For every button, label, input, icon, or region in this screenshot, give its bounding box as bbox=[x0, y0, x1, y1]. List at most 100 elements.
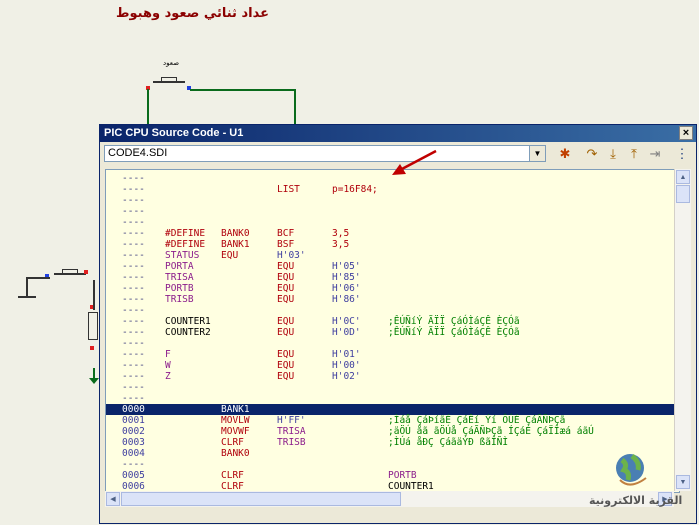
pushbutton-up[interactable] bbox=[147, 77, 191, 89]
code-token: EQU bbox=[277, 349, 295, 360]
scroll-left-icon[interactable]: ◀ bbox=[106, 492, 120, 506]
window-titlebar[interactable]: PIC CPU Source Code - U1 × bbox=[100, 125, 696, 142]
code-token: CLRF bbox=[221, 437, 244, 448]
vertical-scrollbar[interactable]: ▲ ▼ bbox=[674, 169, 691, 491]
ground-icon bbox=[18, 296, 36, 304]
code-line[interactable]: ---- bbox=[106, 305, 679, 316]
code-line[interactable]: ---- TRISB EQU H'86' bbox=[106, 294, 679, 305]
line-address: ---- bbox=[122, 173, 145, 184]
code-token: H'0C' bbox=[332, 316, 361, 327]
line-address: ---- bbox=[122, 283, 145, 294]
line-address: ---- bbox=[122, 316, 145, 327]
code-line[interactable]: ---- bbox=[106, 195, 679, 206]
code-line[interactable]: ---- TRISA EQU H'85' bbox=[106, 272, 679, 283]
line-address: ---- bbox=[122, 360, 145, 371]
code-token: H'02' bbox=[332, 371, 361, 382]
code-line[interactable]: ---- bbox=[106, 217, 679, 228]
code-token: TRISA bbox=[277, 426, 306, 437]
code-line[interactable]: ---- PORTA EQU H'05' bbox=[106, 261, 679, 272]
code-token: H'FF' bbox=[277, 415, 306, 426]
source-code-view[interactable]: ---- ---- LIST p=16F84; ---- ---- ---- ---- #DEF… bbox=[105, 169, 680, 493]
code-token: W bbox=[165, 360, 171, 371]
line-address: ---- bbox=[122, 184, 145, 195]
code-line[interactable]: ---- COUNTER2 EQU H'0D' ;ÊÚÑíÝ ÃÏÏ ÇáÓÌáÇÊ È… bbox=[106, 327, 679, 338]
code-token: BANK0 bbox=[221, 228, 250, 239]
scroll-thumb[interactable] bbox=[676, 185, 690, 203]
code-token: BCF bbox=[277, 228, 295, 239]
window-title: PIC CPU Source Code - U1 bbox=[104, 127, 244, 139]
code-line[interactable]: ---- STATUS EQU H'03' bbox=[106, 250, 679, 261]
code-line[interactable]: ---- W EQU H'00' bbox=[106, 360, 679, 371]
line-address: ---- bbox=[122, 338, 145, 349]
step-into-icon[interactable]: ⤓ bbox=[603, 145, 623, 163]
code-line[interactable]: ---- #DEFINE BANK0 BCF 3,5 bbox=[106, 228, 679, 239]
wire bbox=[294, 89, 296, 124]
code-token: BANK1 bbox=[221, 239, 250, 250]
code-token: F bbox=[165, 349, 171, 360]
code-line[interactable]: 0000 BANK1 bbox=[106, 404, 679, 415]
breakpoints-icon[interactable]: ⋮ bbox=[672, 145, 692, 163]
code-line[interactable]: 0002 MOVWF TRISA ;äÖÚ åã ãÖÚå ÇáÃÑÞÇã ÍÇáÉ … bbox=[106, 426, 679, 437]
code-token: #DEFINE bbox=[165, 239, 206, 250]
code-line[interactable]: ---- #DEFINE BANK1 BSF 3,5 bbox=[106, 239, 679, 250]
code-line[interactable]: ---- F EQU H'01' bbox=[106, 349, 679, 360]
scroll-up-icon[interactable]: ▲ bbox=[676, 170, 690, 184]
code-token: LIST bbox=[277, 184, 300, 195]
line-address: ---- bbox=[122, 250, 145, 261]
code-token: H'03' bbox=[277, 250, 306, 261]
code-token: CLRF bbox=[221, 470, 244, 481]
scroll-thumb[interactable] bbox=[121, 492, 401, 506]
code-token: MOVWF bbox=[221, 426, 250, 437]
line-address: 0001 bbox=[122, 415, 145, 426]
code-token: H'05' bbox=[332, 261, 361, 272]
code-line[interactable]: ---- COUNTER1 EQU H'0C' ;ÊÚÑíÝ ÃÏÏ ÇáÓÌáÇÊ È… bbox=[106, 316, 679, 327]
code-line[interactable]: ---- PORTB EQU H'06' bbox=[106, 283, 679, 294]
close-button[interactable]: × bbox=[679, 126, 693, 140]
code-line[interactable]: ---- LIST p=16F84; bbox=[106, 184, 679, 195]
step-out-icon[interactable]: ⤒ bbox=[624, 145, 644, 163]
code-token: 3,5 bbox=[332, 239, 350, 250]
wire bbox=[93, 280, 95, 310]
goto-icon[interactable]: ⇥ bbox=[645, 145, 665, 163]
schematic-title: عداد ثنائي صعود وهبوط bbox=[116, 6, 269, 21]
pushbutton-label: صعود bbox=[163, 59, 180, 67]
ground-icon bbox=[89, 378, 99, 384]
code-line[interactable]: ---- bbox=[106, 338, 679, 349]
code-token: EQU bbox=[277, 272, 295, 283]
code-token: ;äÖÚ åã ãÖÚå ÇáÃÑÞÇã ÍÇáÉ ÇáÏÎæá áãÚ bbox=[388, 426, 594, 437]
code-line[interactable]: ---- Z EQU H'02' bbox=[106, 371, 679, 382]
code-token: TRISB bbox=[277, 437, 306, 448]
line-address: ---- bbox=[122, 349, 145, 360]
code-token: COUNTER2 bbox=[165, 327, 211, 338]
code-token: BANK1 bbox=[221, 404, 250, 415]
code-token: EQU bbox=[277, 283, 295, 294]
run-to-icon[interactable]: ✱ bbox=[555, 145, 575, 163]
code-token: TRISB bbox=[165, 294, 194, 305]
code-token: H'0D' bbox=[332, 327, 361, 338]
line-address: ---- bbox=[122, 382, 145, 393]
code-line[interactable]: ---- bbox=[106, 393, 679, 404]
code-line[interactable]: 0001 MOVLW H'FF' ;Ìáå ÇáÞíãÉ ÇáÊí Ýí ÔÚÉ Çá… bbox=[106, 415, 679, 426]
line-address: ---- bbox=[122, 371, 145, 382]
code-token: BANK0 bbox=[221, 448, 250, 459]
code-line[interactable]: ---- bbox=[106, 382, 679, 393]
code-token: H'06' bbox=[332, 283, 361, 294]
line-address: ---- bbox=[122, 261, 145, 272]
chevron-down-icon[interactable]: ▼ bbox=[529, 146, 545, 161]
code-token: EQU bbox=[277, 360, 295, 371]
code-token: EQU bbox=[277, 327, 295, 338]
line-address: 0002 bbox=[122, 426, 145, 437]
line-address: 0005 bbox=[122, 470, 145, 481]
code-token: EQU bbox=[221, 250, 239, 261]
code-token: PORTA bbox=[165, 261, 194, 272]
file-selector[interactable]: CODE4.SDI ▼ bbox=[104, 145, 546, 162]
wire bbox=[26, 277, 50, 279]
code-token: Z bbox=[165, 371, 171, 382]
watermark-text: القرية الالكترونية bbox=[589, 494, 683, 507]
code-token: MOVLW bbox=[221, 415, 250, 426]
code-line[interactable]: 0003 CLRF TRISB ;ÌÚá åÐÇ ÇáãäÝÐ ßãÎÑÌ bbox=[106, 437, 679, 448]
code-line[interactable]: ---- bbox=[106, 206, 679, 217]
code-token: BSF bbox=[277, 239, 295, 250]
code-token: EQU bbox=[277, 261, 295, 272]
step-over-icon[interactable]: ↷ bbox=[582, 145, 602, 163]
